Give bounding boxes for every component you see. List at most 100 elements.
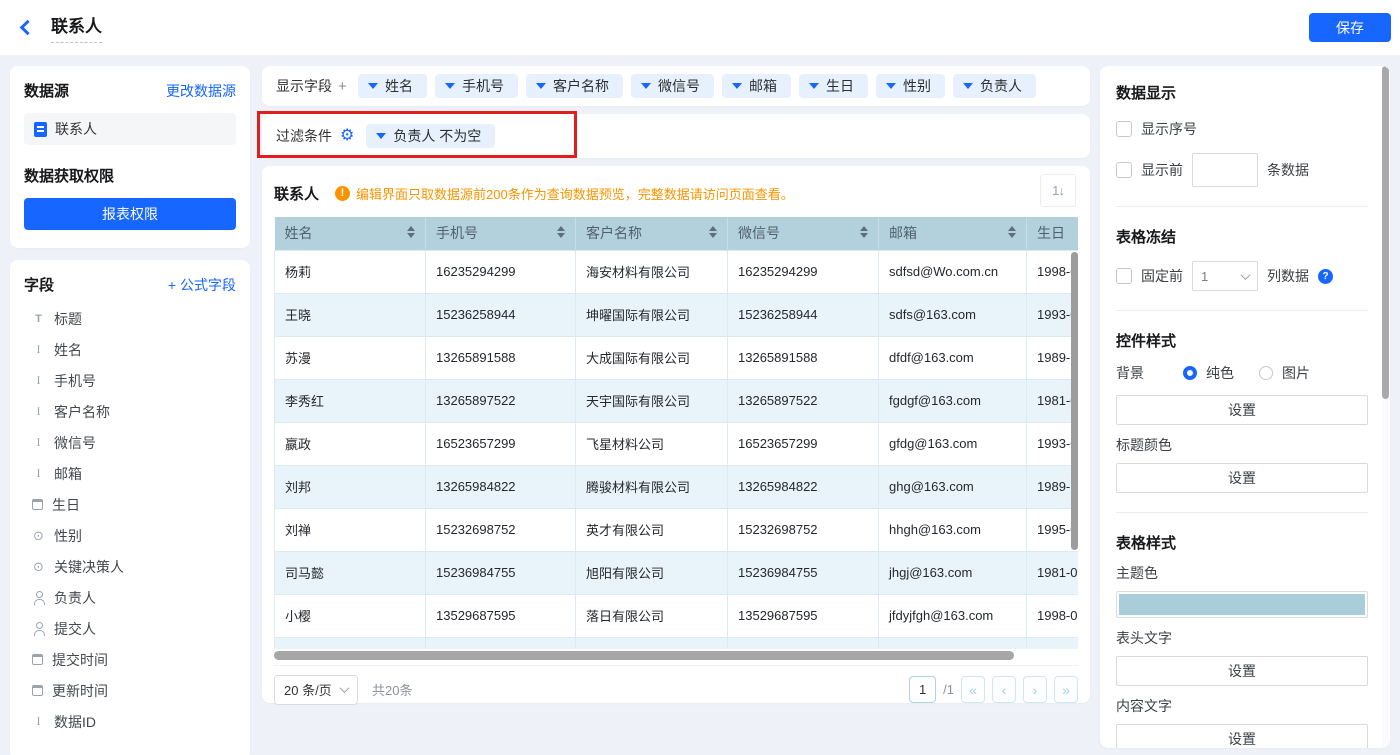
add-formula-field-link[interactable]: + 公式字段 (168, 275, 236, 295)
field-item[interactable]: 提交人 (24, 613, 236, 644)
table-header-row: 姓名 手机号 客户名称 微信号 邮箱 生日 (274, 217, 1078, 250)
table-row[interactable]: 王晓 15236258944 坤曜国际有限公司 15236258944 sdfs@163… (274, 292, 1078, 337)
display-field-chip[interactable]: 生日 (799, 74, 868, 98)
column-header[interactable]: 微信号 (727, 217, 879, 250)
table-cell: 13265897522 (727, 378, 879, 423)
text-icon (32, 343, 45, 357)
table-row[interactable]: 刘邦 13265984822 腾骏材料有限公司 13265984822 ghg@163.… (274, 464, 1078, 509)
chevron-down-icon (963, 83, 973, 89)
column-header[interactable]: 手机号 (425, 217, 576, 250)
sort-caret-icon[interactable] (709, 226, 717, 238)
display-field-chip[interactable]: 客户名称 (526, 74, 623, 98)
freeze-prefix: 固定前 (1141, 268, 1183, 284)
report-permission-button[interactable]: 报表权限 (24, 198, 236, 230)
table-cell: hhgh@163.com (878, 507, 1027, 552)
display-field-chips: 姓名 手机号 客户名称 微信号 邮箱 生日 性别 负责人 (358, 74, 1076, 98)
sort-order-icon[interactable] (1040, 174, 1076, 207)
prev-page-button[interactable]: ‹ (992, 676, 1016, 703)
column-header[interactable]: 客户名称 (575, 217, 728, 250)
table-row[interactable]: 嬴政 16523657299 飞星材料公司 16523657299 gfdg@163.c… (274, 421, 1078, 466)
freeze-count-value: 1 (1201, 268, 1209, 284)
field-item[interactable]: 生日 (24, 489, 236, 520)
table-row[interactable]: 李秀红 13265897522 天宇国际有限公司 13265897522 fgdgf@1… (274, 378, 1078, 423)
field-item[interactable]: 关键决策人 (24, 551, 236, 582)
solid-color-radio[interactable] (1183, 366, 1197, 380)
sort-caret-icon[interactable] (860, 226, 868, 238)
table-row[interactable]: 小樱 13529687595 落日有限公司 13529687595 jfdyjfgh@1… (274, 593, 1078, 638)
next-page-button[interactable]: › (1023, 676, 1047, 703)
datasource-item[interactable]: 联系人 (24, 113, 236, 145)
gear-icon[interactable]: ⚙ (340, 128, 354, 144)
change-datasource-link[interactable]: 更改数据源 (166, 81, 236, 101)
freeze-count-select[interactable]: 1 (1192, 261, 1258, 291)
show-first-checkbox[interactable] (1116, 162, 1132, 178)
field-item[interactable]: 更新时间 (24, 675, 236, 706)
field-item[interactable]: 标题 (24, 303, 236, 334)
text-icon (32, 467, 45, 481)
title-color-set-button[interactable]: 设置 (1116, 463, 1368, 493)
display-field-chip[interactable]: 负责人 (953, 74, 1036, 98)
display-field-chip[interactable]: 手机号 (435, 74, 518, 98)
help-icon[interactable]: ? (1318, 268, 1333, 284)
sort-caret-icon[interactable] (557, 226, 565, 238)
table-cell: 嬴政 (274, 421, 426, 466)
header-text-set-button[interactable]: 设置 (1116, 656, 1368, 686)
field-item[interactable]: 负责人 (24, 582, 236, 613)
add-display-field-button[interactable]: + (338, 78, 347, 95)
show-first-count-input[interactable] (1192, 153, 1258, 187)
save-button[interactable]: 保存 (1309, 13, 1391, 42)
page-number-input[interactable] (909, 676, 937, 703)
fields-card: 字段 + 公式字段 标题姓名手机号客户名称微信号邮箱生日性别关键决策人负责人提交… (10, 260, 250, 755)
table-cell: 15232698752 (425, 507, 576, 552)
background-label: 背景 (1116, 365, 1144, 381)
freeze-checkbox[interactable] (1116, 268, 1132, 284)
display-fields-card: 显示字段 + 姓名 手机号 客户名称 微信号 邮箱 生日 性别 负责人 (262, 66, 1090, 106)
field-item[interactable]: 姓名 (24, 334, 236, 365)
table-row[interactable]: 苏漫 13265891588 大成国际有限公司 13265891588 dfdf@163… (274, 335, 1078, 380)
column-header[interactable]: 姓名 (274, 217, 426, 250)
vertical-scrollbar[interactable] (1071, 252, 1078, 550)
chevron-down-icon (1240, 269, 1251, 280)
back-icon[interactable] (19, 19, 36, 36)
last-page-button[interactable]: » (1054, 676, 1078, 703)
page-size-select[interactable]: 20 条/页 (274, 674, 358, 705)
field-item[interactable]: 数据ID (24, 706, 236, 737)
field-item[interactable]: 客户名称 (24, 396, 236, 427)
chevron-down-icon (641, 83, 651, 89)
column-header[interactable]: 生日 (1026, 217, 1078, 250)
display-field-chip[interactable]: 邮箱 (722, 74, 791, 98)
person-icon (32, 621, 45, 636)
image-radio[interactable] (1259, 366, 1273, 380)
filter-card: 过滤条件 ⚙ 负责人 不为空 (257, 111, 1090, 158)
field-item[interactable]: 手机号 (24, 365, 236, 396)
column-header[interactable]: 邮箱 (878, 217, 1027, 250)
field-item[interactable]: 性别 (24, 520, 236, 551)
table-cell: 13529687595 (425, 593, 576, 638)
display-field-chip[interactable]: 性别 (876, 74, 945, 98)
first-page-button[interactable]: « (961, 676, 985, 703)
sort-caret-icon[interactable] (407, 226, 415, 238)
sidebar-scrollbar-thumb[interactable] (1382, 66, 1389, 399)
theme-color-swatch[interactable] (1116, 591, 1368, 618)
filter-condition-chip[interactable]: 负责人 不为空 (366, 124, 496, 148)
show-index-checkbox[interactable] (1116, 121, 1132, 137)
date-icon (32, 654, 43, 665)
table-cell: 司马懿 (274, 550, 426, 595)
display-field-chip[interactable]: 姓名 (358, 74, 427, 98)
sort-caret-icon[interactable] (1008, 226, 1016, 238)
display-field-chip-label: 生日 (826, 78, 854, 94)
background-set-button[interactable]: 设置 (1116, 395, 1368, 425)
solid-color-label: 纯色 (1206, 365, 1234, 381)
table-cell (425, 636, 576, 649)
field-item[interactable]: 提交时间 (24, 644, 236, 675)
pagination-bar: 20 条/页 共20条 /1 « ‹ › » (274, 665, 1078, 713)
field-item[interactable]: 微信号 (24, 427, 236, 458)
display-field-chip[interactable]: 微信号 (631, 74, 714, 98)
table-row[interactable]: 刘禅 15232698752 英才有限公司 15232698752 hhgh@163.c… (274, 507, 1078, 552)
content-text-set-button[interactable]: 设置 (1116, 724, 1368, 748)
field-item[interactable]: 邮箱 (24, 458, 236, 489)
field-item-label: 提交人 (54, 620, 96, 637)
horizontal-scrollbar-thumb[interactable] (274, 651, 1014, 660)
table-row[interactable]: 杨莉 16235294299 海安材料有限公司 16235294299 sdfsd@Wo… (274, 249, 1078, 294)
table-row[interactable]: 司马懿 15236984755 旭阳有限公司 15236984755 jhgj@163.… (274, 550, 1078, 595)
